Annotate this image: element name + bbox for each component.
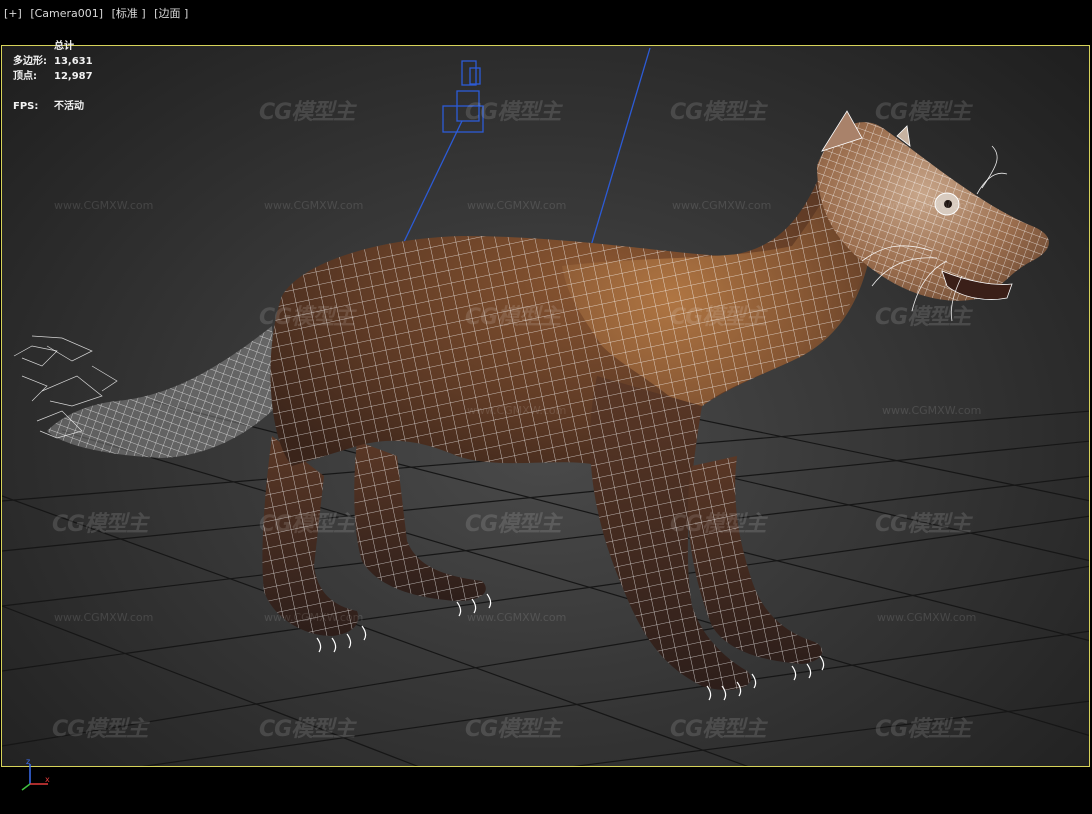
hind-leg-mesh <box>262 436 486 636</box>
bottom-strip <box>0 767 1092 814</box>
viewport-edges-menu[interactable]: [边面 ] <box>154 7 188 20</box>
axis-gizmo-icon: z x <box>21 757 50 791</box>
viewport-shading-menu[interactable]: [标准 ] <box>112 7 146 20</box>
fps-label: FPS: <box>13 101 39 112</box>
viewport-camera-menu[interactable]: [Camera001] <box>30 7 103 20</box>
stats-title: 总计 <box>54 41 74 52</box>
viewport-label-menu: [+] [Camera001] [标准 ] [边面 ] <box>4 6 193 22</box>
body-mesh <box>270 146 877 476</box>
axis-x-label: x <box>45 775 50 784</box>
fps-value: 不活动 <box>54 101 84 112</box>
vertices-label: 顶点: <box>13 71 37 82</box>
polygons-value: 13,631 <box>54 56 93 67</box>
polygons-label: 多边形: <box>13 56 47 67</box>
viewport-plus-menu[interactable]: [+] <box>4 7 22 20</box>
app-window: [+] [Camera001] [标准 ] [边面 ] CG模型主 CG模型主 … <box>0 0 1092 814</box>
camera-viewport[interactable]: CG模型主 CG模型主 CG模型主 CG模型主 CG模型主 CG模型主 CG模型… <box>1 45 1090 767</box>
vertices-value: 12,987 <box>54 71 93 82</box>
tail-mesh <box>13 326 277 458</box>
axis-z-label: z <box>26 757 30 766</box>
viewport-scene <box>2 47 1089 766</box>
